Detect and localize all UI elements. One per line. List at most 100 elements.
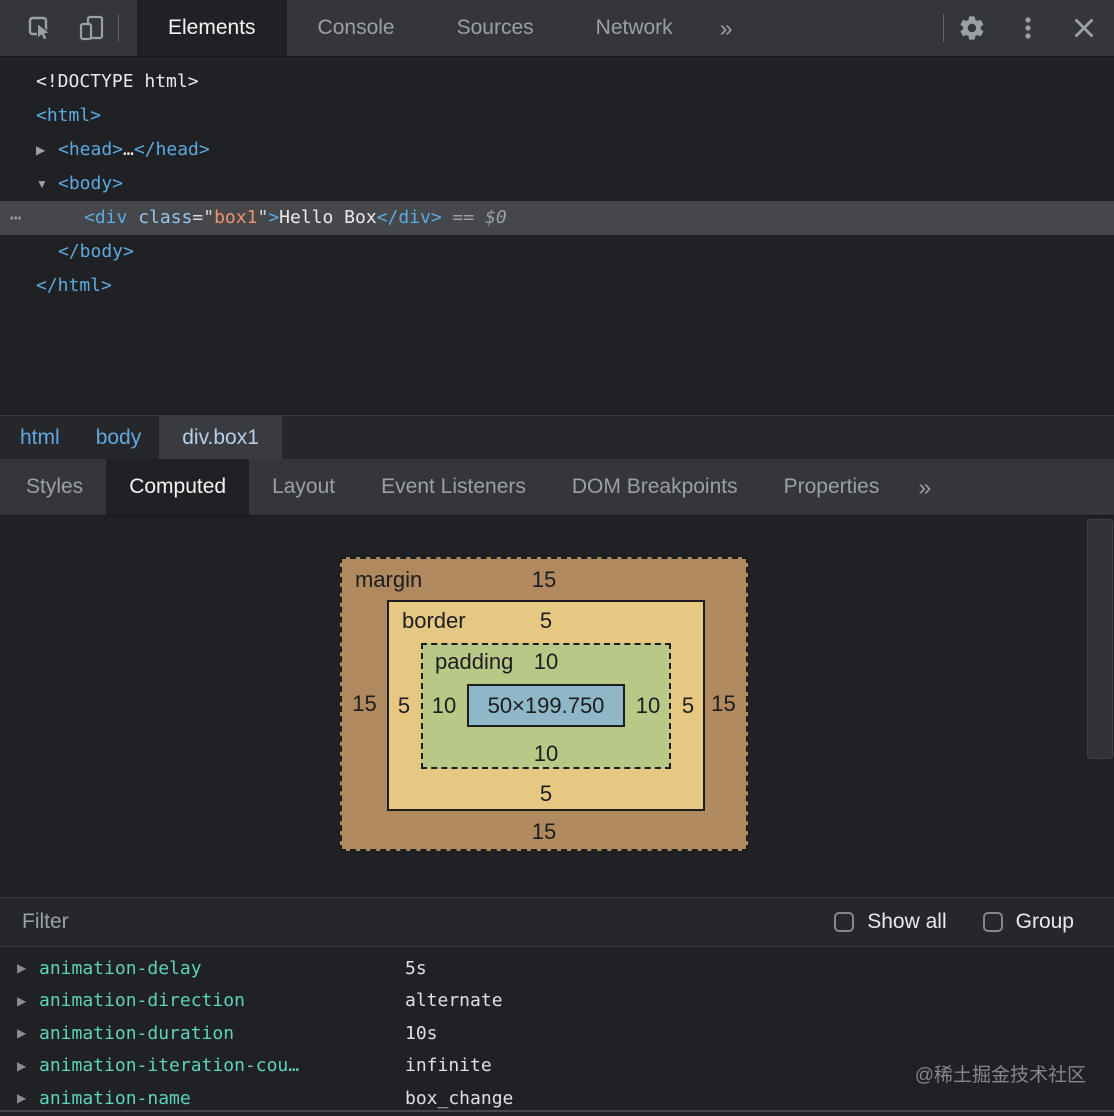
property-name: animation-iteration-cou…	[39, 1055, 300, 1077]
code-token: <div	[84, 207, 128, 228]
code-token: ="	[192, 207, 215, 228]
code-token: "	[257, 207, 269, 228]
dom-node-line[interactable]: ⋯ <div class="box1">Hello Box</div> == $0	[0, 201, 1114, 235]
breadcrumb-item-div-box1[interactable]: div.box1	[159, 416, 282, 459]
sidebar-tab-styles[interactable]: Styles	[3, 459, 106, 515]
dom-node-line[interactable]: </html>	[0, 269, 1114, 303]
device-toolbar-icon	[79, 15, 104, 41]
code-token: …	[123, 139, 134, 160]
code-token: <!DOCTYPE html>	[36, 71, 199, 92]
tab-network[interactable]: Network	[565, 0, 704, 56]
content-size: 50×199.750	[487, 692, 605, 718]
padding-right-value[interactable]: 10	[627, 693, 669, 719]
filter-bar: Show all Group	[0, 897, 1114, 947]
property-value: 10s	[405, 1022, 438, 1044]
settings-button[interactable]	[944, 0, 1000, 56]
overflow-menu-icon[interactable]: ⋯	[10, 201, 22, 235]
watermark: @稀土掘金技术社区	[914, 1065, 1086, 1086]
group-checkbox-box[interactable]	[982, 912, 1003, 932]
box-model-padding[interactable]: padding 10 10 10 10 50×199.750	[421, 643, 671, 769]
gear-icon	[960, 16, 984, 40]
property-value: alternate	[405, 990, 503, 1012]
tab-console[interactable]: Console	[287, 0, 426, 56]
sidebar-tab-computed[interactable]: Computed	[106, 459, 250, 515]
twisty-collapsed-icon[interactable]: ▶	[0, 1091, 39, 1105]
margin-right-value[interactable]: 15	[701, 691, 746, 717]
dom-node-line[interactable]: <html>	[0, 99, 1114, 133]
code-token: </div>	[376, 207, 442, 228]
tab-sources[interactable]: Sources	[426, 0, 565, 56]
computed-property-row[interactable]: ▶ animation-delay 5s	[0, 952, 1114, 985]
twisty-collapsed-icon[interactable]: ▶	[0, 961, 39, 975]
padding-top-value[interactable]: 10	[423, 649, 669, 675]
computed-property-row[interactable]: ▶ animation-direction alternate	[0, 985, 1114, 1018]
inspect-element-button[interactable]	[14, 0, 66, 56]
devtools-toolbar: Elements Console Sources Network »	[0, 0, 1114, 57]
twisty-collapsed-icon[interactable]: ▶	[0, 994, 39, 1008]
show-all-checkbox[interactable]: Show all	[834, 910, 947, 934]
group-checkbox[interactable]: Group	[982, 910, 1074, 934]
padding-left-value[interactable]: 10	[423, 693, 465, 719]
show-all-checkbox-box[interactable]	[834, 912, 855, 932]
inspect-cursor-icon	[28, 16, 52, 41]
property-value: infinite	[405, 1055, 492, 1077]
margin-left-value[interactable]: 15	[342, 691, 387, 717]
code-token: <html>	[36, 105, 102, 126]
code-token: </html>	[36, 275, 112, 296]
toolbar-right	[943, 0, 1114, 56]
box-model-content[interactable]: 50×199.750	[467, 684, 625, 727]
border-bottom-value[interactable]: 5	[389, 781, 703, 807]
devtools-tabs: Elements Console Sources Network	[137, 0, 704, 56]
twisty-collapsed-icon[interactable]: ▶	[36, 133, 45, 167]
sidebar-tab-dom-breakpoints[interactable]: DOM Breakpoints	[549, 459, 761, 515]
code-token: $0	[485, 207, 507, 228]
code-token: <head>	[58, 139, 124, 160]
box-model-margin[interactable]: margin 15 15 15 15 border 5 5 5 5 paddin…	[340, 557, 748, 851]
bottom-divider	[0, 1110, 1114, 1112]
sidebar-tab-event-listeners[interactable]: Event Listeners	[358, 459, 549, 515]
elements-tree: <!DOCTYPE html> <html> ▶ <head>…</head> ▼ <bo…	[0, 57, 1114, 415]
more-options-button[interactable]	[1000, 0, 1056, 56]
breadcrumb: html body div.box1	[0, 415, 1114, 459]
dom-node-line[interactable]: <!DOCTYPE html>	[0, 65, 1114, 99]
property-name: animation-name	[39, 1087, 191, 1109]
property-value: box_change	[405, 1087, 514, 1109]
sidebar-tab-layout[interactable]: Layout	[249, 459, 358, 515]
vertical-scrollbar-thumb[interactable]	[1087, 519, 1113, 759]
property-name: animation-direction	[39, 990, 245, 1012]
device-toolbar-button[interactable]	[66, 0, 118, 56]
computed-property-row[interactable]: ▶ animation-duration 10s	[0, 1017, 1114, 1050]
border-right-value[interactable]: 5	[673, 693, 703, 719]
twisty-expanded-icon[interactable]: ▼	[36, 167, 48, 201]
code-token: </head>	[133, 139, 210, 160]
code-token: >	[268, 207, 280, 228]
breadcrumb-item-body[interactable]: body	[78, 416, 160, 459]
sidebar-tab-properties[interactable]: Properties	[761, 459, 903, 515]
tab-elements[interactable]: Elements	[137, 0, 287, 56]
margin-bottom-value[interactable]: 15	[342, 819, 746, 845]
more-tabs-button[interactable]: »	[704, 0, 749, 56]
code-token: Hello Box	[279, 207, 377, 228]
twisty-collapsed-icon[interactable]: ▶	[0, 1026, 39, 1040]
breadcrumb-item-html[interactable]: html	[2, 416, 78, 459]
code-token: ==	[441, 207, 486, 228]
box-model-border[interactable]: border 5 5 5 5 padding 10 10 10 10 50×19…	[387, 600, 705, 811]
dom-node-line[interactable]: ▶ <head>…</head>	[0, 133, 1114, 167]
dom-node-line[interactable]: ▼ <body>	[0, 167, 1114, 201]
dom-node-line[interactable]: </body>	[0, 235, 1114, 269]
margin-top-value[interactable]: 15	[342, 567, 746, 593]
padding-bottom-value[interactable]: 10	[423, 741, 669, 767]
close-devtools-button[interactable]	[1056, 0, 1112, 56]
code-token: box1	[214, 207, 258, 228]
filter-input[interactable]	[20, 909, 799, 935]
border-left-value[interactable]: 5	[389, 693, 419, 719]
box-model-diagram: margin 15 15 15 15 border 5 5 5 5 paddin…	[340, 557, 748, 851]
computed-pane: margin 15 15 15 15 border 5 5 5 5 paddin…	[0, 516, 1114, 897]
code-token: class	[138, 207, 193, 228]
twisty-collapsed-icon[interactable]: ▶	[0, 1059, 39, 1073]
kebab-menu-icon	[1025, 17, 1031, 39]
border-top-value[interactable]: 5	[389, 608, 703, 634]
show-all-label: Show all	[867, 910, 947, 933]
sidebar-more-tabs-button[interactable]: »	[902, 459, 947, 515]
